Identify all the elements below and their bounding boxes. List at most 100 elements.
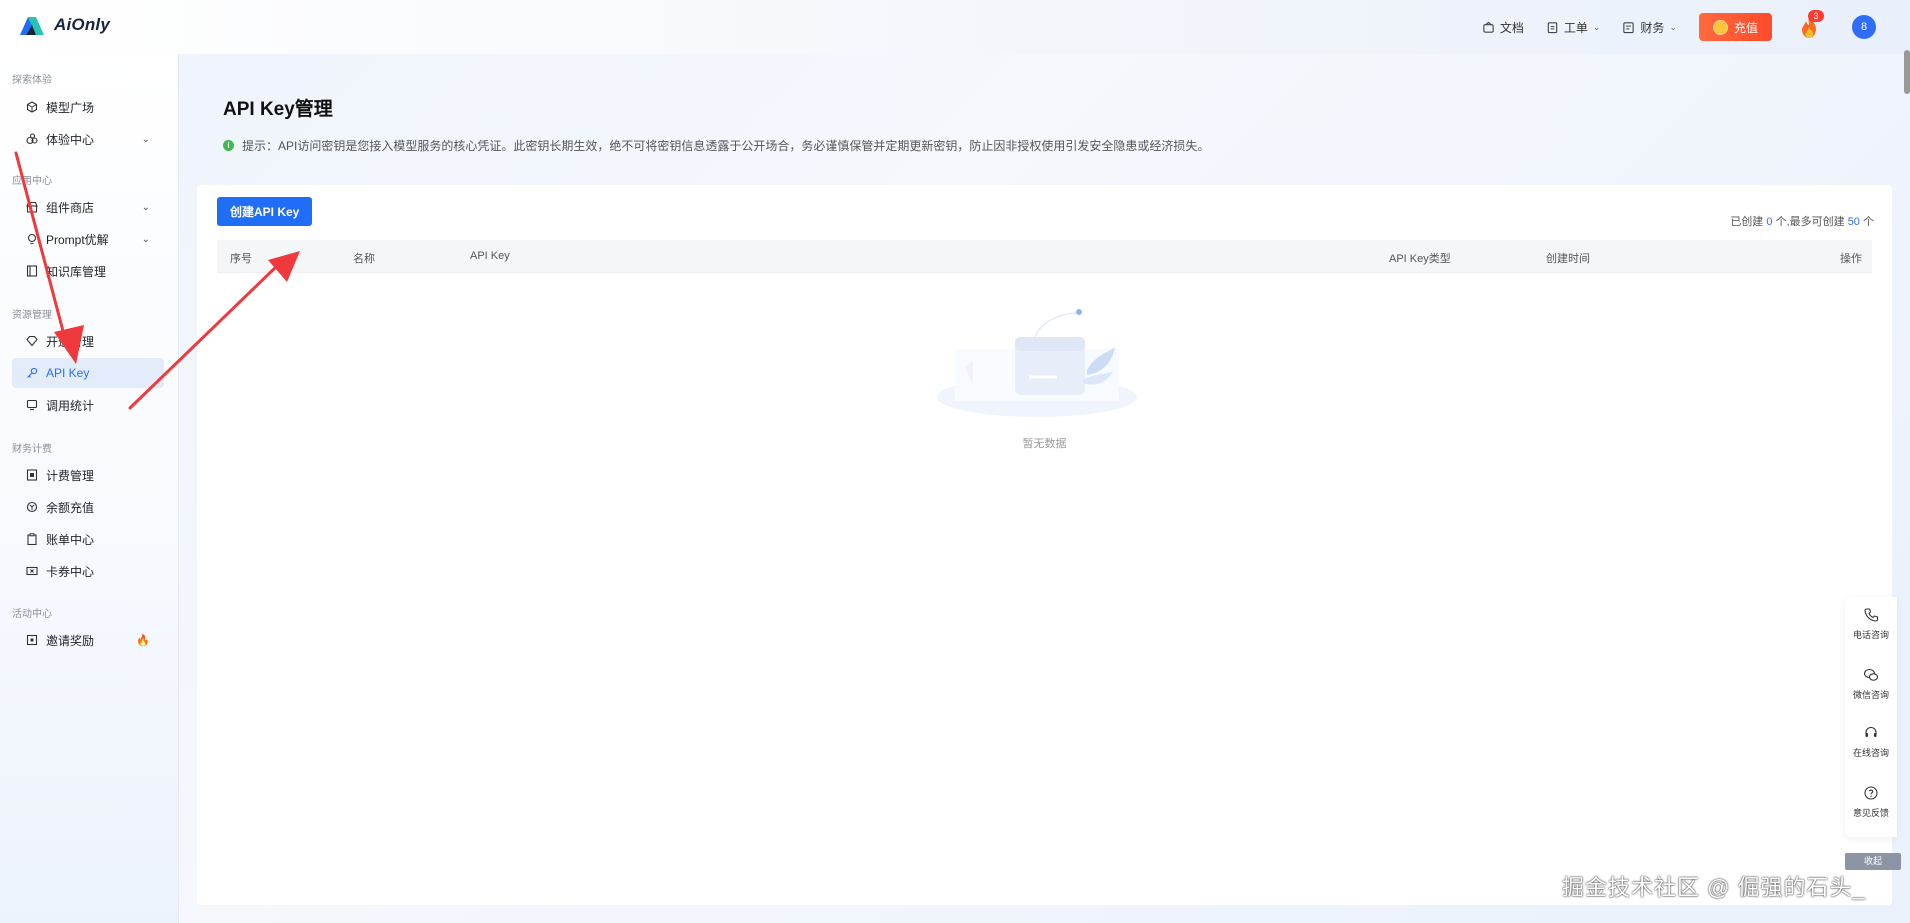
sidebar-item-experience-center[interactable]: 体验中心 ⌄ <box>12 124 164 154</box>
chevron-down-icon: ⌄ <box>141 133 150 145</box>
sidebar-item-label: 邀请奖励 <box>46 633 95 648</box>
docs-link[interactable]: 文档 <box>1482 19 1524 36</box>
online-consult-button[interactable]: 在线咨询 <box>1845 725 1897 759</box>
empty-state-text: 暂无数据 <box>1022 438 1067 450</box>
sidebar-item-label: 体验中心 <box>46 132 95 147</box>
empty-state-illustration <box>937 309 1137 417</box>
wechat-consult-button[interactable]: 微信咨询 <box>1845 667 1897 701</box>
brand-logo[interactable]: AiOnly <box>18 14 110 36</box>
sidebar-item-billing[interactable]: 计费管理 <box>12 460 164 490</box>
chevron-down-icon: ⌄ <box>141 201 150 213</box>
sidebar-item-label: 账单中心 <box>46 532 95 547</box>
group-title-billing: 财务计费 <box>12 444 52 455</box>
sidebar-item-coupons[interactable]: 卡券中心 <box>12 556 164 586</box>
question-icon <box>1864 786 1878 800</box>
wechat-consult-label: 微信咨询 <box>1852 690 1889 700</box>
chevron-down-icon: ⌄ <box>141 233 150 245</box>
gift-icon <box>26 634 38 646</box>
recharge-label: 充值 <box>1733 20 1758 35</box>
user-avatar[interactable]: 8 <box>1852 15 1876 39</box>
watermark: 掘金技术社区 @ 倔强的石头_ <box>1562 875 1866 900</box>
coupon-icon <box>26 565 38 577</box>
group-title-explore: 探索体验 <box>12 75 52 86</box>
support-panel: 电话咨询 微信咨询 在线咨询 意见反馈 <box>1845 597 1897 837</box>
api-key-card: 创建API Key 已创建 0 个,最多可创建 50 个 序号 名称 API K… <box>197 185 1892 905</box>
sidebar-item-label: 开通管理 <box>46 334 95 349</box>
finance-menu[interactable]: 财务 ⌄ <box>1622 19 1677 36</box>
headset-icon <box>1865 726 1877 737</box>
brand-name: AiOnly <box>54 15 110 34</box>
column-header: 序号 <box>230 253 252 265</box>
column-header: 操作 <box>1840 253 1862 265</box>
table-header: 序号 名称 API Key API Key类型 创建时间 操作 <box>217 240 1872 273</box>
column-header: 名称 <box>353 253 375 265</box>
phone-consult-label: 电话咨询 <box>1852 630 1889 640</box>
feedback-button[interactable]: 意见反馈 <box>1845 785 1897 819</box>
sidebar-item-label: 调用统计 <box>46 398 95 413</box>
group-title-resources: 资源管理 <box>12 310 52 321</box>
docs-label: 文档 <box>1499 20 1524 35</box>
chart-icon <box>26 399 38 411</box>
book-icon <box>26 265 38 277</box>
header-nav: 文档 工单 ⌄ 财务 ⌄ 充值 3 8 <box>1482 0 1910 54</box>
wallet-icon <box>26 501 38 513</box>
coin-icon <box>1712 19 1728 35</box>
quota-max: 50 <box>1847 216 1860 228</box>
bulb-icon <box>26 233 38 245</box>
ticket-menu[interactable]: 工单 ⌄ <box>1546 19 1601 36</box>
finance-icon <box>1623 21 1635 33</box>
page-scrollbar[interactable] <box>1904 50 1910 94</box>
sidebar-item-prompt[interactable]: Prompt优解 ⌄ <box>12 224 164 254</box>
logo-icon <box>20 17 44 35</box>
recharge-button[interactable]: 充值 <box>1698 13 1772 41</box>
ticket-label: 工单 <box>1563 20 1588 35</box>
quota-suffix: 个 <box>1863 216 1874 228</box>
top-header: AiOnly 文档 工单 ⌄ 财务 ⌄ 充值 3 8 <box>0 0 1910 94</box>
quota-prefix: 已创建 <box>1730 216 1764 228</box>
hot-icon: 🔥 <box>136 634 150 647</box>
diamond-icon <box>26 335 38 347</box>
sidebar-item-label: 计费管理 <box>46 468 95 483</box>
cube-icon <box>26 101 38 113</box>
sidebar-item-label: 组件商店 <box>46 200 95 215</box>
sidebar-item-label: API Key <box>46 366 90 380</box>
collapse-button[interactable]: 收起 <box>1845 853 1901 870</box>
sidebar-item-api-key[interactable]: API Key <box>12 358 164 388</box>
sidebar-item-recharge[interactable]: 余额充值 <box>12 492 164 522</box>
sidebar: 探索体验 模型广场 体验中心 ⌄ 应用中心 组件商店 ⌄ Prompt优解 ⌄ … <box>0 54 179 923</box>
sidebar-item-label: 知识库管理 <box>46 264 107 279</box>
online-consult-label: 在线咨询 <box>1852 748 1889 758</box>
sidebar-item-label: Prompt优解 <box>46 232 109 247</box>
sidebar-item-knowledge-base[interactable]: 知识库管理 <box>12 256 164 286</box>
column-header: 创建时间 <box>1546 253 1590 265</box>
group-title-apps: 应用中心 <box>12 176 52 187</box>
quota-created: 0 <box>1766 216 1773 228</box>
quota-middle: 个,最多可创建 <box>1775 216 1845 228</box>
sidebar-item-bills[interactable]: 账单中心 <box>12 524 164 554</box>
column-header: API Key <box>470 250 510 262</box>
sidebar-item-activation[interactable]: 开通管理 <box>12 326 164 356</box>
sidebar-item-model-market[interactable]: 模型广场 <box>12 92 164 122</box>
phone-icon <box>1864 608 1879 622</box>
clipboard-icon <box>26 533 38 545</box>
group-title-activity: 活动中心 <box>12 609 52 620</box>
create-api-key-button[interactable]: 创建API Key <box>217 197 313 226</box>
sidebar-item-usage-stats[interactable]: 调用统计 <box>12 390 164 420</box>
hot-activity-button[interactable]: 3 <box>1796 10 1824 40</box>
sidebar-item-component-store[interactable]: 组件商店 ⌄ <box>12 192 164 222</box>
notification-badge: 3 <box>1808 10 1824 22</box>
billing-icon <box>26 469 38 481</box>
sidebar-item-invite-rewards[interactable]: 邀请奖励 🔥 <box>12 625 164 655</box>
feedback-label: 意见反馈 <box>1852 808 1889 818</box>
info-icon: i <box>223 140 234 151</box>
wechat-icon <box>1863 668 1879 681</box>
ticket-icon <box>1547 21 1558 33</box>
flask-icon <box>26 133 38 145</box>
key-icon <box>26 367 38 379</box>
quota-info: 已创建 0 个,最多可创建 50 个 <box>1730 213 1874 229</box>
phone-consult-button[interactable]: 电话咨询 <box>1845 607 1897 641</box>
column-header: API Key类型 <box>1389 253 1451 265</box>
sidebar-item-label: 余额充值 <box>46 500 95 515</box>
chevron-down-icon: ⌄ <box>1592 21 1601 32</box>
sidebar-item-label: 模型广场 <box>46 100 95 115</box>
